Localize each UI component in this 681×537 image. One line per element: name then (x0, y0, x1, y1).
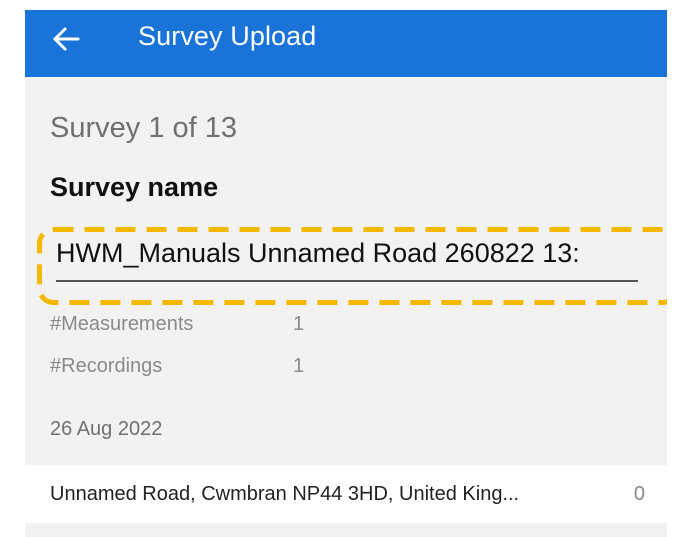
recording-location: Unnamed Road, Cwmbran NP44 3HD, United K… (50, 483, 520, 505)
measurements-label: #Measurements (50, 313, 194, 335)
app-bar: Survey Upload (25, 10, 667, 77)
recordings-label: #Recordings (50, 355, 163, 377)
measurements-value: 1 (293, 313, 305, 335)
recordings-value: 1 (293, 355, 305, 377)
recording-count: 0 (633, 483, 645, 505)
survey-counter: Survey 1 of 13 (50, 112, 237, 144)
survey-name-label: Survey name (50, 172, 219, 202)
survey-upload-screen: Survey Upload Survey 1 of 13 Survey name… (25, 10, 667, 537)
recording-list-item[interactable]: Unnamed Road, Cwmbran NP44 3HD, United K… (25, 465, 667, 523)
survey-name-input[interactable]: HWM_Manuals Unnamed Road 260822 13: (56, 238, 638, 282)
survey-date: 26 Aug 2022 (50, 418, 163, 440)
page-title: Survey Upload (138, 21, 317, 51)
arrow-left-icon (51, 23, 83, 55)
back-button[interactable] (51, 23, 83, 55)
